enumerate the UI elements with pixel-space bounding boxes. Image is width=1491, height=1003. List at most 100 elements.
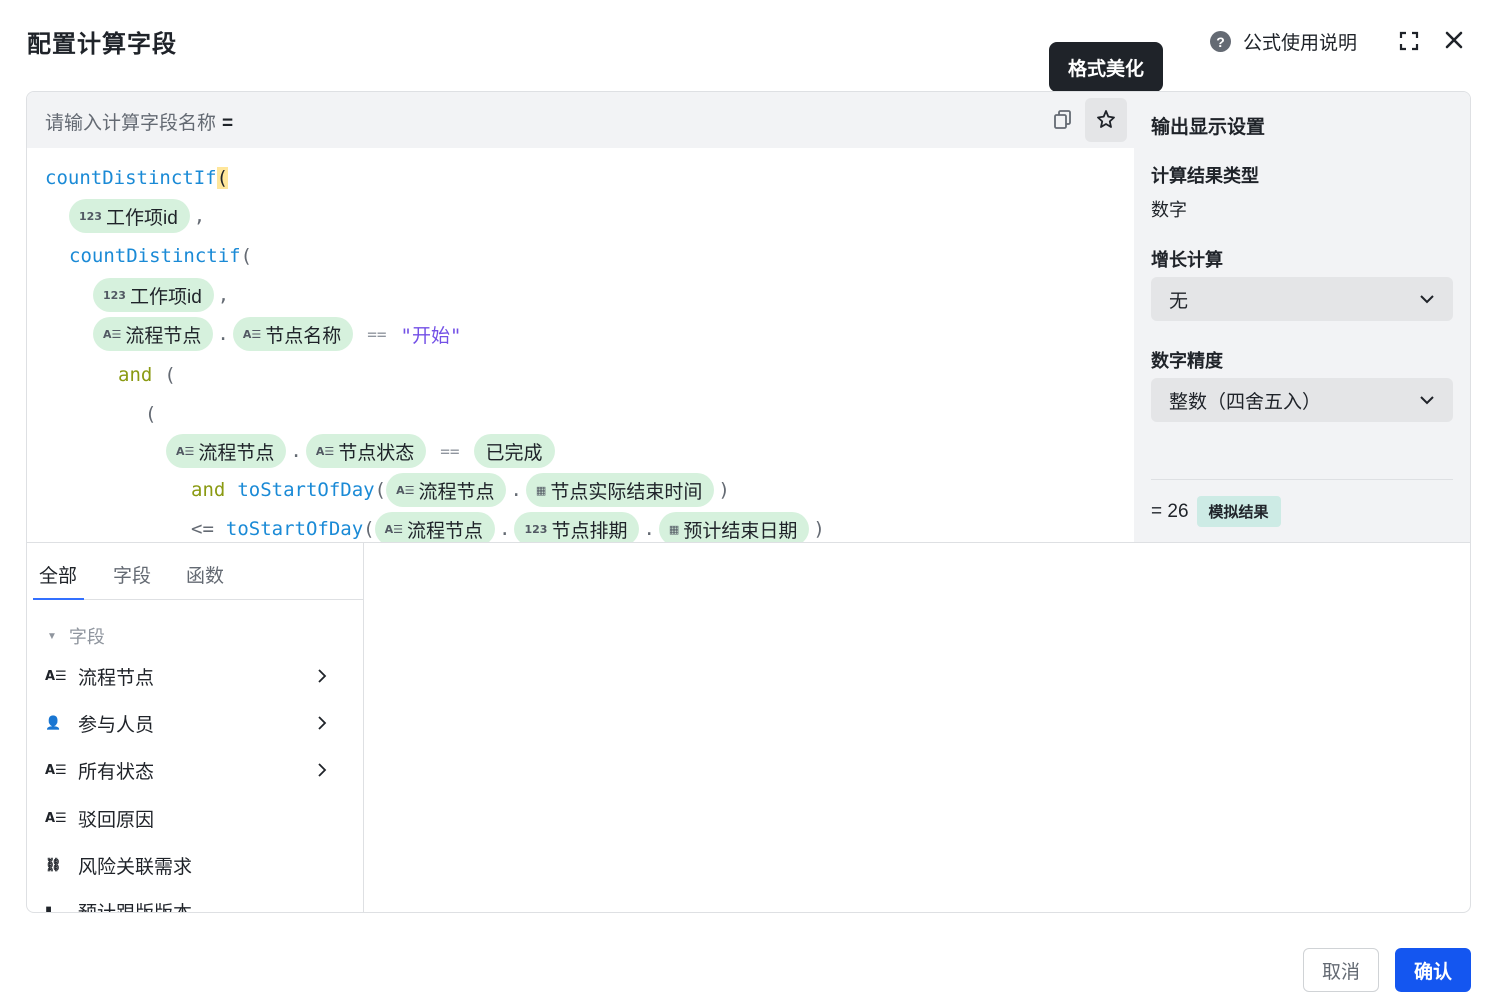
tab-fields[interactable]: 字段 (113, 561, 151, 588)
function-token: countDistinctif (69, 245, 241, 267)
browser-tabs: 全部 字段 函数 (33, 543, 363, 600)
date-field-icon: ▦ (535, 483, 547, 497)
copy-icon[interactable] (1051, 108, 1075, 132)
value-chip[interactable]: 已完成 (473, 434, 555, 468)
code-line: ( (145, 403, 157, 425)
number-field-icon: 123 (524, 522, 548, 536)
close-icon[interactable] (1443, 29, 1465, 51)
growth-label: 增长计算 (1151, 250, 1223, 270)
editor-header: 请输入计算字段名称 = (27, 92, 1134, 148)
field-item-label: 参与人员 (78, 714, 155, 736)
growth-select-value: 无 (1169, 290, 1189, 312)
formula-help-link[interactable]: ? 公式使用说明 (1210, 28, 1357, 55)
result-value: = 26 (1151, 500, 1189, 522)
precision-label: 数字精度 (1151, 351, 1223, 371)
code-line: 123 工作项id, (93, 277, 233, 313)
chevron-right-icon (318, 763, 327, 777)
text-field-icon: A☰ (315, 444, 335, 458)
code-line: and toStartOfDay(A☰ 流程节点. ▦ 节点实际结束时间) (191, 472, 734, 508)
field-name-input[interactable]: 请输入计算字段名称 = (45, 108, 233, 135)
person-field-icon: 👤 (45, 715, 62, 731)
field-item-planned-version[interactable]: ▮ 预计跟版版本 (27, 888, 347, 913)
field-item-reject-reason[interactable]: A☰ 驳回原因 (27, 795, 347, 841)
relation-field-icon: ⛓ (45, 857, 62, 873)
number-field-icon: 123 (103, 288, 126, 302)
result-type-value: 数字 (1151, 200, 1187, 220)
field-chip[interactable]: A☰ 节点名称 (232, 317, 354, 351)
beautify-tooltip: 格式美化 (1049, 42, 1163, 92)
version-field-icon: ▮ (45, 903, 53, 913)
equals-sign: = (222, 113, 234, 134)
paren-token: ( (216, 167, 229, 189)
chevron-down-icon (1420, 295, 1434, 304)
text-field-icon: A☰ (45, 762, 67, 778)
text-field-icon: A☰ (396, 483, 415, 497)
field-chip[interactable]: A☰ 流程节点 (93, 317, 214, 351)
field-group-label: 字段 (68, 627, 105, 647)
simulated-result-badge: 模拟结果 (1196, 496, 1281, 527)
text-field-icon: A☰ (176, 444, 195, 458)
field-chip[interactable]: A☰ 流程节点 (374, 512, 496, 542)
fullscreen-icon[interactable] (1399, 31, 1419, 51)
field-chip[interactable]: ▦ 节点实际结束时间 (525, 473, 715, 507)
text-field-icon: A☰ (45, 810, 67, 826)
field-item-label: 流程节点 (78, 667, 155, 689)
function-token: countDistinctIf (45, 167, 217, 189)
text-field-icon: A☰ (242, 327, 262, 341)
tab-all[interactable]: 全部 (39, 561, 77, 588)
output-settings-title: 输出显示设置 (1151, 117, 1266, 138)
field-chip[interactable]: A☰ 流程节点 (166, 434, 287, 468)
code-line: countDistinctif( (69, 245, 253, 267)
text-field-icon: A☰ (45, 668, 67, 684)
field-chip[interactable]: ▦ 预计结束日期 (658, 512, 810, 542)
field-chip[interactable]: 123 工作项id (93, 278, 214, 312)
field-chip[interactable]: 123 工作项id (69, 199, 190, 233)
formula-help-label: 公式使用说明 (1243, 33, 1358, 54)
field-item-label: 所有状态 (78, 761, 155, 783)
growth-select[interactable]: 无 (1151, 277, 1453, 321)
function-token: toStartOfDay (237, 479, 375, 501)
code-line: A☰ 流程节点. A☰ 节点状态 == 已完成 (166, 433, 555, 469)
code-line: <= toStartOfDay(A☰ 流程节点. 123 节点排期. ▦ 预计结束日期) (191, 511, 829, 542)
field-item-flow-node[interactable]: A☰ 流程节点 (27, 653, 347, 699)
caret-down-icon: ▼ (47, 630, 57, 642)
date-field-icon: ▦ (668, 522, 680, 536)
beautify-button[interactable] (1085, 98, 1127, 142)
result-type-label: 计算结果类型 (1151, 166, 1259, 186)
field-item-label: 风险关联需求 (78, 856, 193, 878)
output-settings-panel: 输出显示设置 计算结果类型 数字 增长计算 无 数字精度 整数（四舍五入） = … (1134, 92, 1470, 542)
keyword-token: and (118, 364, 153, 386)
string-token: "开始" (400, 324, 462, 347)
field-item-label: 预计跟版版本 (78, 902, 193, 913)
simulated-result: = 26 模拟结果 (1151, 496, 1281, 527)
field-chip[interactable]: 123 节点排期 (514, 512, 640, 542)
sparkle-icon (1097, 110, 1115, 128)
field-chip[interactable]: A☰ 节点状态 (305, 434, 427, 468)
code-line: countDistinctIf( (45, 160, 229, 196)
chevron-down-icon (1420, 396, 1434, 405)
number-field-icon: 123 (79, 209, 102, 223)
field-item-participants[interactable]: 👤 参与人员 (27, 700, 347, 746)
tab-functions[interactable]: 函数 (186, 561, 224, 588)
code-line: A☰ 流程节点. A☰ 节点名称 == "开始" (93, 316, 461, 352)
field-item-label: 驳回原因 (78, 809, 155, 831)
dialog-title: 配置计算字段 (27, 31, 177, 58)
field-group-header[interactable]: ▼ 字段 (47, 623, 105, 649)
precision-select[interactable]: 整数（四舍五入） (1151, 378, 1453, 422)
text-field-icon: A☰ (384, 522, 403, 536)
active-tab-indicator (33, 598, 84, 600)
precision-select-value: 整数（四舍五入） (1169, 391, 1322, 413)
chevron-right-icon (318, 716, 327, 730)
divider (1151, 479, 1453, 480)
code-line: 123 工作项id, (69, 198, 209, 234)
field-item-risk-linked-req[interactable]: ⛓ 风险关联需求 (27, 842, 347, 888)
cancel-button[interactable]: 取消 (1303, 948, 1379, 992)
function-token: toStartOfDay (225, 518, 364, 540)
keyword-token: and (191, 479, 226, 501)
formula-editor[interactable]: countDistinctIf( 123 工作项id, countDistinct… (27, 148, 1134, 542)
field-item-all-status[interactable]: A☰ 所有状态 (27, 747, 347, 793)
field-chip[interactable]: A☰ 流程节点 (386, 473, 507, 507)
formula-panel: 请输入计算字段名称 = countDistinctIf( 123 工作项id, co… (26, 91, 1471, 913)
field-browser: 全部 字段 函数 ▼ 字段 A☰ 流程节点 👤 参与人员 A☰ 所有状态 A☰ … (27, 542, 364, 913)
confirm-button[interactable]: 确认 (1395, 948, 1471, 992)
